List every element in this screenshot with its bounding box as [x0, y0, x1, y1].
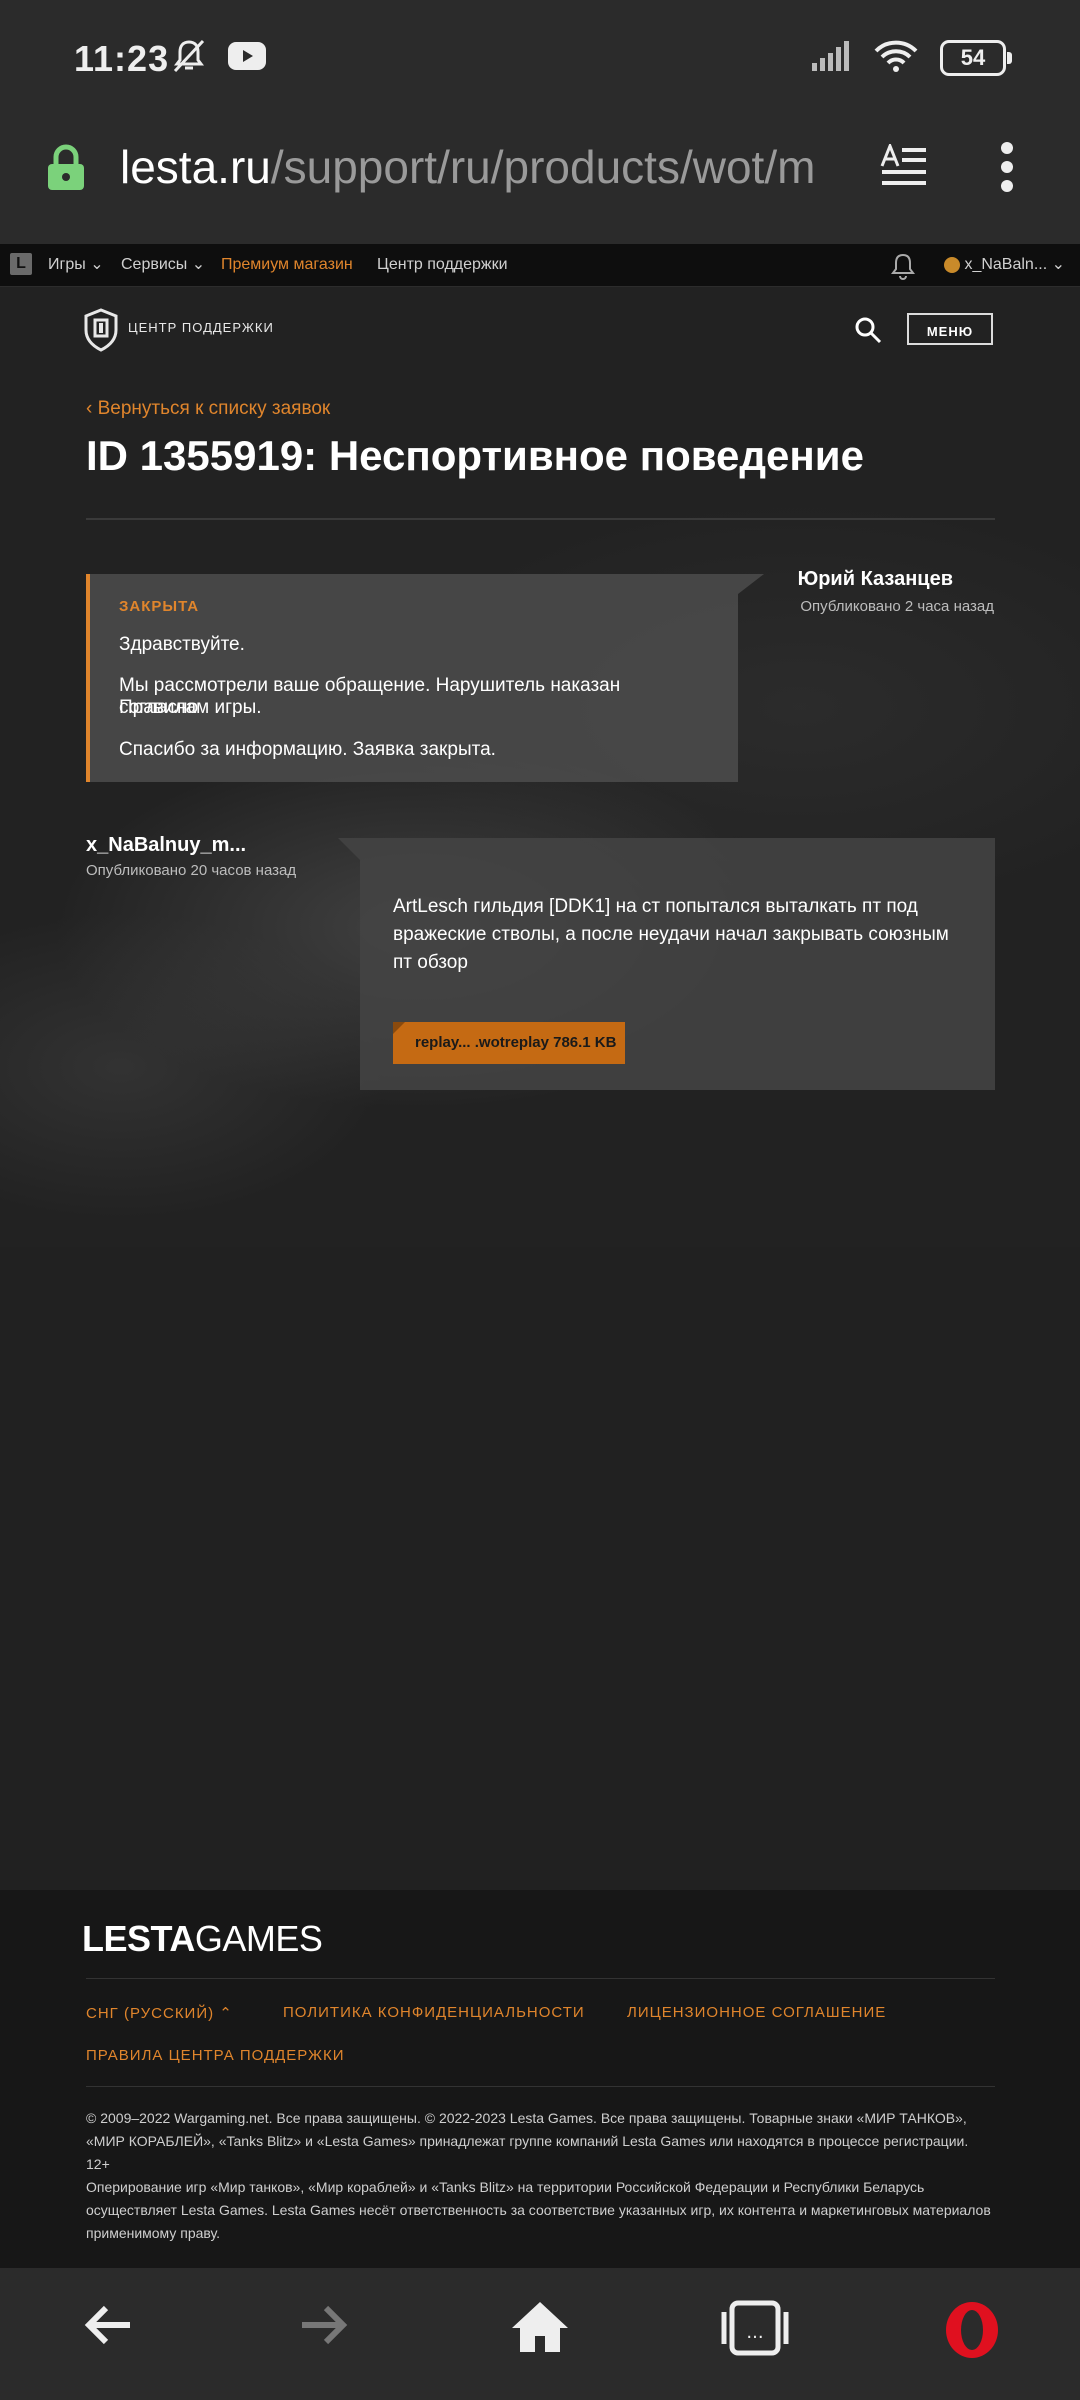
region-label: СНГ (РУССКИЙ): [86, 2005, 215, 2022]
nav-games-label: Игры: [48, 256, 86, 273]
home-icon[interactable]: [510, 2300, 570, 2359]
footer-divider: [86, 2086, 995, 2087]
opera-menu-icon[interactable]: [942, 2300, 1002, 2365]
tabs-icon[interactable]: ...: [720, 2300, 790, 2361]
browser-menu-icon[interactable]: [1000, 142, 1014, 197]
signal-icon: [812, 40, 852, 76]
nav-services-label: Сервисы: [121, 256, 188, 273]
chevron-down-icon: ⌄: [90, 256, 104, 273]
file-corner-icon: [393, 1022, 405, 1034]
nav-games[interactable]: Игры ⌄: [48, 244, 104, 286]
message-author: x_NaBalnuy_m...: [86, 834, 247, 856]
footer-operator-notice: Оперирование игр «Мир танков», «Мир кора…: [86, 2179, 991, 2241]
support-rules-link[interactable]: ПРАВИЛА ЦЕНТРА ПОДДЕРЖКИ: [86, 2047, 345, 2064]
chevron-down-icon: ⌄: [191, 256, 206, 273]
chevron-left-icon: ‹: [86, 398, 98, 419]
bell-icon[interactable]: [890, 252, 916, 285]
svg-text:...: ...: [746, 2322, 763, 2343]
footer-logo-bold: LESTA: [82, 1918, 195, 1959]
nav-services[interactable]: Сервисы ⌄: [121, 244, 205, 286]
footer-logo[interactable]: LESTAGAMES: [82, 1918, 323, 1960]
privacy-policy-link[interactable]: ПОЛИТИКА КОНФИДЕНЦИАЛЬНОСТИ: [283, 2004, 585, 2021]
status-icons-right: 54: [812, 38, 1012, 78]
youtube-icon: [228, 41, 266, 75]
lock-icon[interactable]: [46, 144, 86, 197]
battery-icon: 54: [940, 40, 1012, 76]
page-title: ID 1355919: Неспортивное поведение: [86, 432, 864, 479]
reply-timestamp: Опубликовано 2 часа назад: [800, 598, 994, 615]
support-center-logo-icon[interactable]: [84, 308, 118, 357]
back-link-label: Вернуться к списку заявок: [97, 398, 331, 419]
nav-username: x_NaBaln...: [964, 256, 1048, 273]
support-center-title[interactable]: ЦЕНТР ПОДДЕРЖКИ: [128, 320, 274, 335]
reply-author: Юрий Казанцев: [797, 568, 953, 590]
nav-premium-shop[interactable]: Премиум магазин: [221, 244, 353, 286]
reader-mode-icon[interactable]: [880, 141, 928, 193]
menu-button[interactable]: МЕНЮ: [907, 313, 993, 345]
url-path: /support/ru/products/wot/m: [270, 141, 816, 193]
nav-user-menu[interactable]: x_NaBaln... ⌄: [944, 244, 1065, 286]
back-to-tickets-link[interactable]: ‹ Вернуться к списку заявок: [86, 398, 330, 420]
message-pointer: [338, 838, 360, 860]
status-clock: 11:23: [74, 38, 170, 79]
chevron-up-icon: ⌃: [219, 2005, 233, 2022]
chevron-down-icon: ⌄: [1051, 256, 1066, 273]
footer-logo-rest: GAMES: [194, 1918, 323, 1959]
attachment-file-button[interactable]: replay... .wotreplay 786.1 KB: [393, 1022, 625, 1064]
reply-greeting: Здравствуйте.: [119, 634, 245, 655]
divider: [86, 518, 995, 520]
forward-arrow-icon[interactable]: [298, 2300, 348, 2355]
mute-icon: [172, 38, 206, 79]
lesta-logo[interactable]: L: [10, 253, 32, 275]
url-host: lesta.ru: [120, 141, 271, 193]
wifi-icon: [874, 39, 918, 78]
region-selector[interactable]: СНГ (РУССКИЙ) ⌃: [86, 2004, 233, 2022]
footer-copyright: © 2009–2022 Wargaming.net. Все права защ…: [86, 2110, 969, 2149]
message-text: ArtLesch гильдия [DDK1] на ст попытался …: [393, 896, 949, 973]
status-icons-left: [172, 38, 266, 78]
search-icon[interactable]: [854, 316, 882, 349]
footer-divider: [86, 1978, 995, 1979]
footer-age-rating: 12+: [86, 2156, 110, 2172]
url-field[interactable]: lesta.ru/support/ru/products/wot/m: [120, 140, 850, 194]
reply-pointer: [738, 574, 764, 594]
back-arrow-icon[interactable]: [84, 2300, 134, 2355]
reply-body-line-2: Правилам игры.: [119, 697, 262, 718]
message-timestamp: Опубликовано 20 часов назад: [86, 862, 297, 879]
license-agreement-link[interactable]: ЛИЦЕНЗИОННОЕ СОГЛАШЕНИЕ: [627, 2004, 886, 2021]
status-badge: ЗАКРЫТА: [119, 598, 200, 615]
nav-support-center[interactable]: Центр поддержки: [377, 244, 508, 286]
user-badge-icon: [944, 256, 960, 273]
reply-closing: Спасибо за информацию. Заявка закрыта.: [119, 739, 496, 760]
